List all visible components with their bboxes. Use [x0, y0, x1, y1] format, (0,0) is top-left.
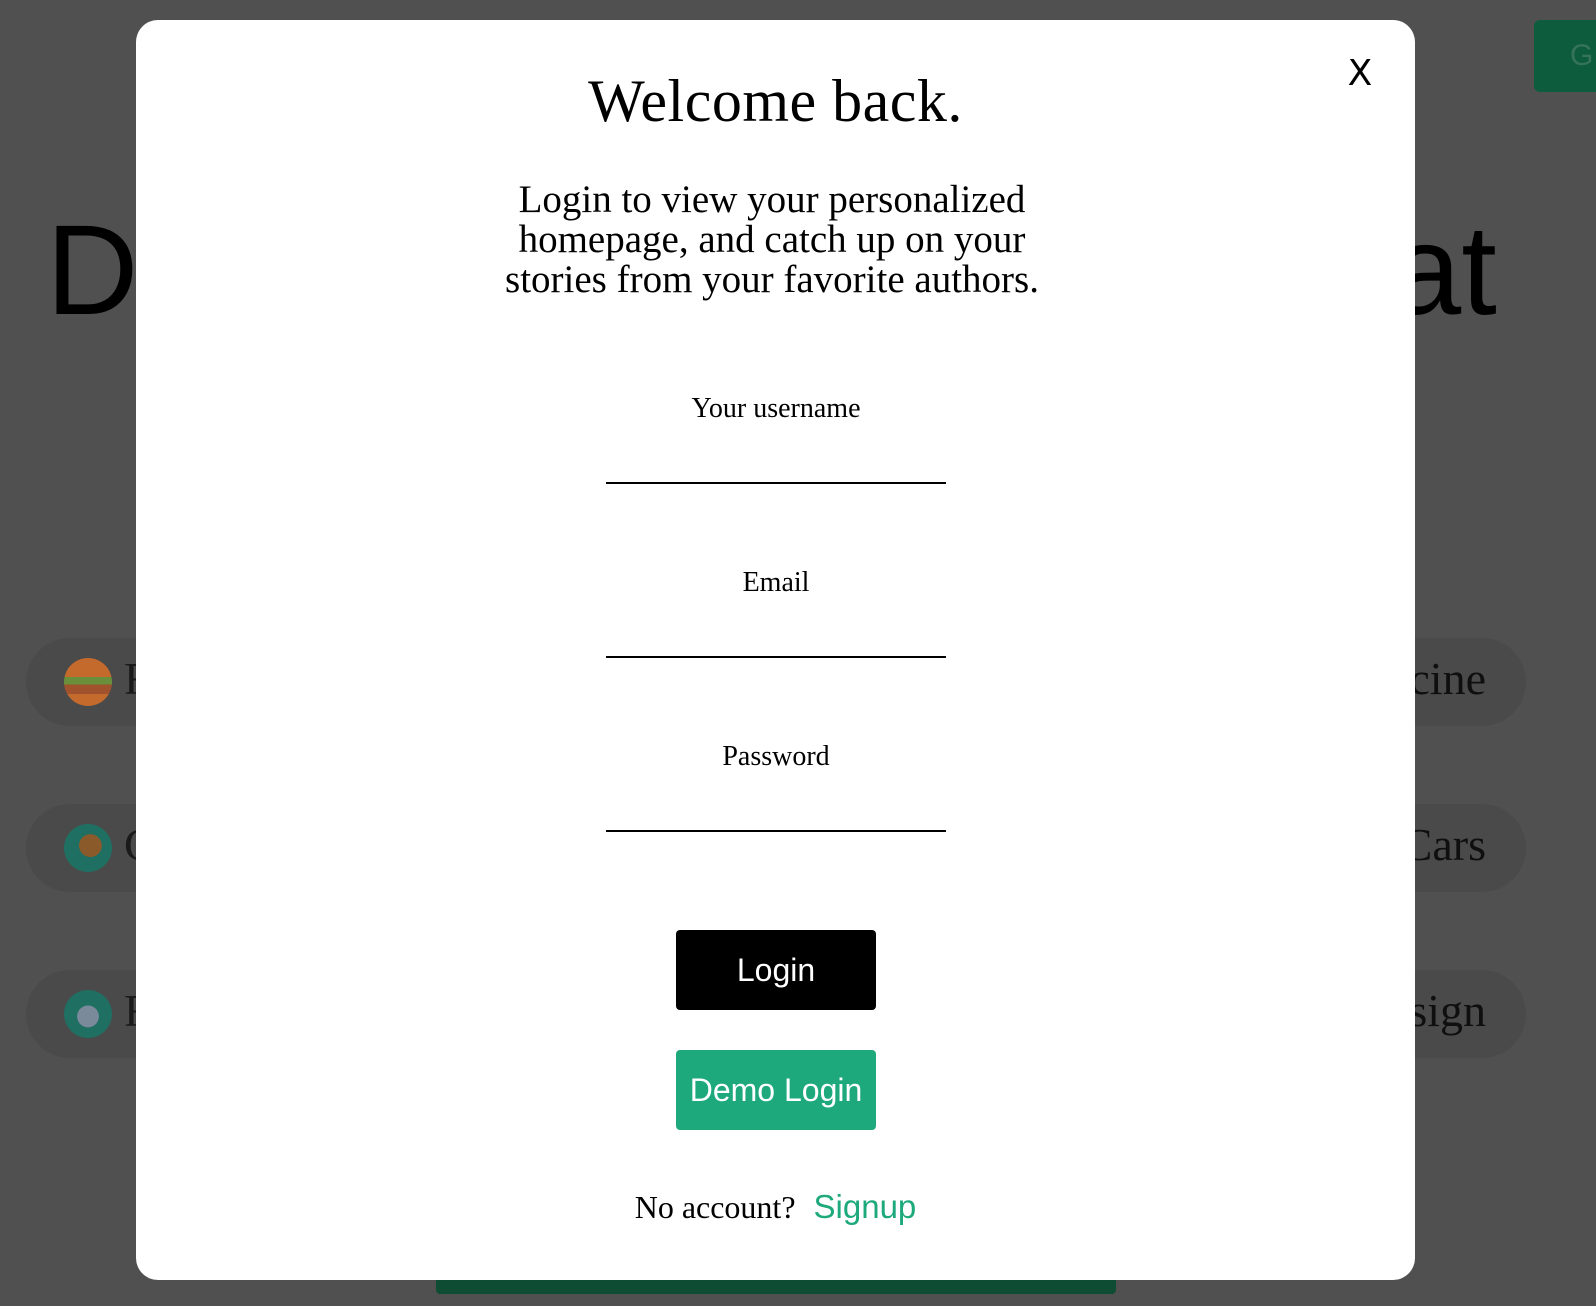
modal-title: Welcome back. [588, 68, 963, 134]
email-field-group: Email [606, 566, 946, 658]
username-label: Your username [691, 393, 861, 424]
close-icon[interactable]: X [1340, 54, 1380, 94]
signup-prompt: No account? [634, 1189, 796, 1225]
nav-get-started-button: G [1534, 20, 1596, 92]
signup-row: No account? Signup [136, 1188, 1415, 1226]
password-input[interactable] [606, 792, 946, 832]
topic-label-right: cine [1409, 653, 1486, 704]
login-modal: Welcome back. X Login to view your perso… [136, 20, 1415, 1280]
signup-link[interactable]: Signup [814, 1188, 917, 1225]
login-button[interactable]: Login [676, 930, 876, 1010]
password-field-group: Password [606, 740, 946, 832]
demo-login-button[interactable]: Demo Login [676, 1050, 876, 1130]
email-label: Email [742, 567, 810, 598]
modal-description: Login to view your personalized homepage… [505, 178, 1039, 301]
hero-heading-left: D [46, 199, 139, 342]
username-input[interactable] [606, 444, 946, 484]
topic-label-right: sign [1409, 985, 1486, 1036]
koala-icon [64, 990, 112, 1038]
password-label: Password [722, 741, 830, 772]
globe-icon [64, 824, 112, 872]
email-input[interactable] [606, 618, 946, 658]
burger-icon [64, 658, 112, 706]
username-field-group: Your username [606, 392, 946, 484]
